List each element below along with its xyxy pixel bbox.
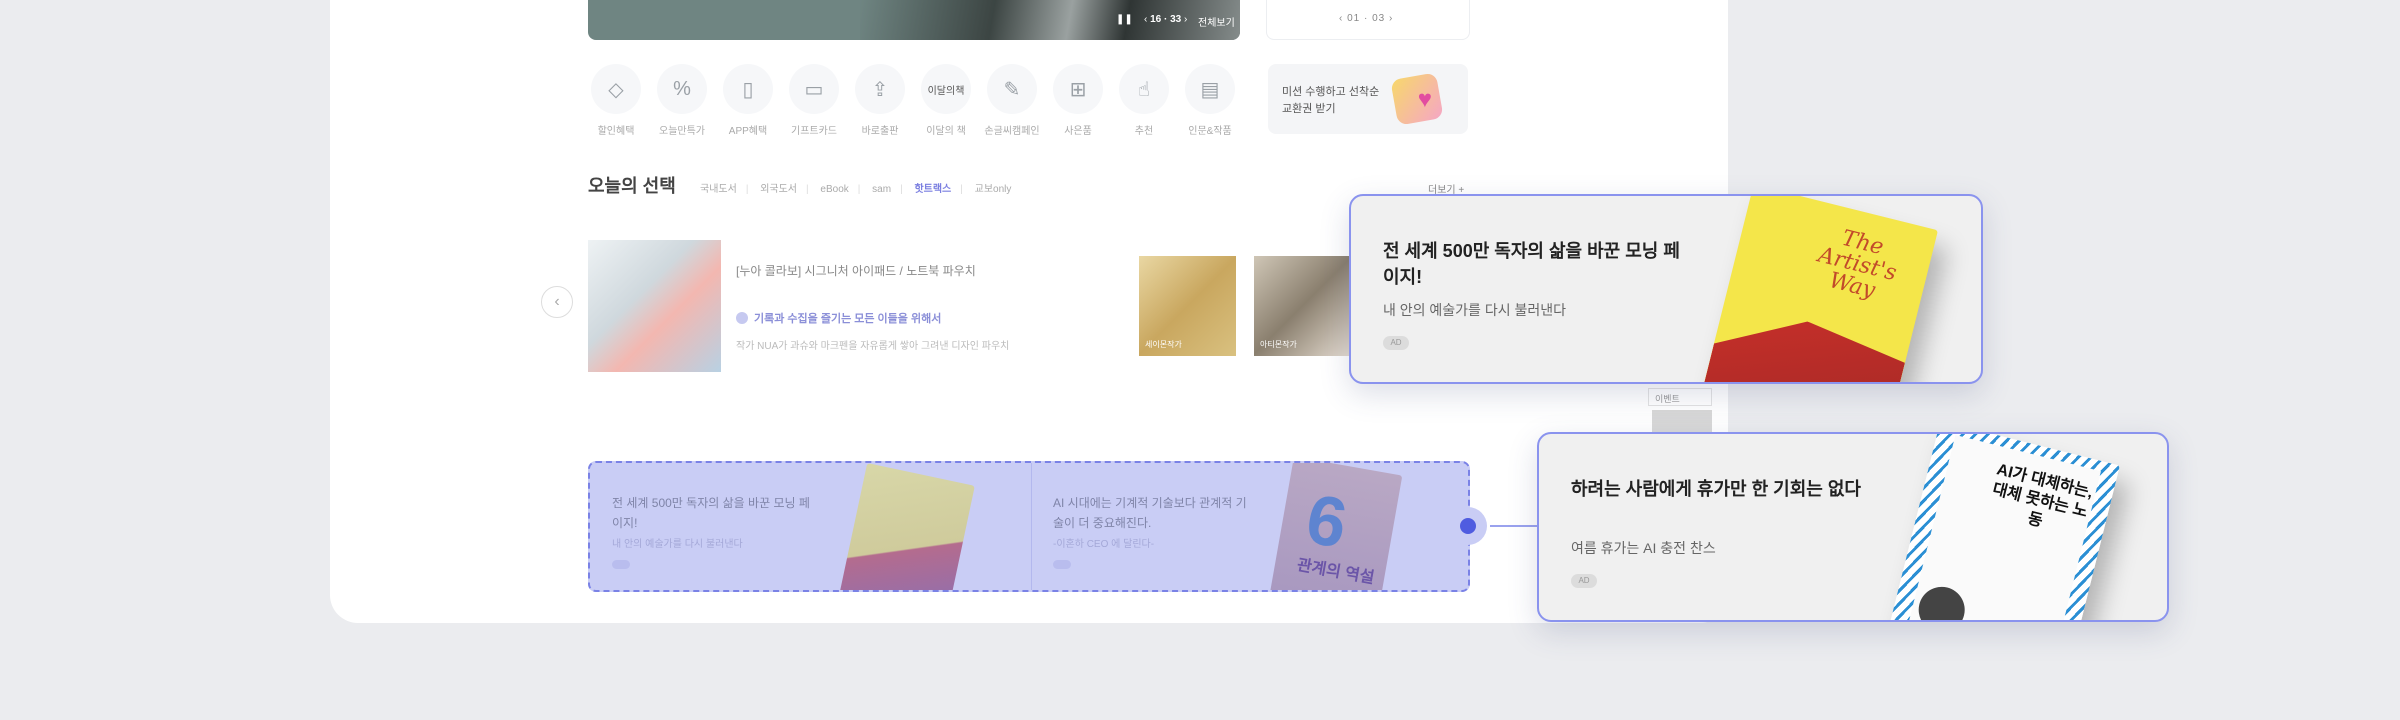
card-subtitle: 여름 휴가는 AI 충전 찬스 — [1571, 540, 1716, 556]
book-cover-blue: AI가 대체하는, 대체 못하는 노동 — [1887, 434, 2120, 620]
tab-domestic[interactable]: 국내도서 — [700, 184, 737, 195]
pen-icon: ✎ — [987, 64, 1037, 114]
quick-label: 이달의 책 — [926, 126, 966, 137]
diamond-icon: ◇ — [591, 64, 641, 114]
product-subtitle: 기록과 수집을 즐기는 모든 이들을 위해서 — [736, 310, 941, 326]
quick-label: 기프트카드 — [791, 126, 837, 137]
thumbs-up-icon: ☝ — [1119, 64, 1169, 114]
product-title[interactable]: [누아 콜라보] 시그니처 아이패드 / 노트북 파우치 — [736, 262, 976, 279]
ad-badge — [612, 560, 630, 569]
card-subtitle: 내 안의 예술가를 다시 불러낸다 — [1383, 302, 1566, 318]
hero-view-all[interactable]: 전체보기 — [1198, 14, 1235, 29]
thumbnail-caption: 아티몬작가 — [1260, 340, 1297, 349]
mission-banner[interactable]: 미션 수행하고 선착순 교환권 받기 ♥ — [1268, 64, 1468, 134]
cover-red-band — [1698, 301, 1909, 384]
quick-item-recommend[interactable]: ☝ 추천 — [1116, 64, 1172, 137]
ad-badge: AD — [1383, 336, 1409, 350]
tab-sam[interactable]: sam — [872, 184, 891, 195]
section-tabs: 국내도서 | 외국도서 | eBook | sam | 핫트랙스 | 교보only — [700, 184, 1012, 195]
quick-label: 오늘만특가 — [659, 126, 705, 137]
product-description: 작가 NUA가 과슈와 마크펜을 자유롭게 쌓아 그려낸 디자인 파우치 — [736, 341, 1010, 352]
cover-title: AI가 대체하는, 대체 못하는 노동 — [1990, 461, 2095, 531]
tab-kyobo-only[interactable]: 교보only — [975, 184, 1012, 195]
side-banner[interactable]: ‹ 01 · 03 › — [1266, 0, 1470, 40]
gift-card-icon: ▭ — [789, 64, 839, 114]
quick-item-publish[interactable]: ⇪ 바로출판 — [852, 64, 908, 137]
quick-label: 할인혜택 — [597, 126, 635, 137]
tab-hottracks[interactable]: 핫트랙스 — [914, 184, 951, 195]
ad-slot-title: AI 시대에는 기계적 기술보다 관계적 기술이 더 중요해진다. — [1053, 496, 1247, 530]
quick-item-humanities[interactable]: ▤ 인문&작품 — [1182, 64, 1238, 137]
ad-card-vacation[interactable]: 하려는 사람에게 휴가만 한 기회는 없다 여름 휴가는 AI 충전 찬스 AD… — [1537, 432, 2169, 622]
ad-slot-subtitle: 내 안의 예술가를 다시 불러낸다 — [612, 539, 743, 550]
connector-handle[interactable] — [1449, 507, 1487, 545]
thumbnail-caption: 세이몬작가 — [1145, 340, 1182, 349]
mission-text: 미션 수행하고 선착순 교환권 받기 — [1282, 86, 1380, 115]
present-icon: ⊞ — [1053, 64, 1103, 114]
hero-pager: ‹ 16 · 33 › — [1144, 14, 1188, 25]
product-subtitle-text: 기록과 수집을 즐기는 모든 이들을 위해서 — [754, 313, 942, 325]
thumbnail-painting-1[interactable]: 세이몬작가 — [1139, 256, 1236, 356]
pause-icon[interactable]: ❚❚ — [1116, 14, 1133, 25]
quick-item-gift[interactable]: ⊞ 사은품 — [1050, 64, 1106, 137]
quick-label: 인문&작품 — [1188, 126, 1232, 137]
book-cover-title: 관계의 역설 — [1295, 556, 1376, 588]
product-image[interactable] — [588, 240, 721, 372]
quick-item-gift-card[interactable]: ▭ 기프트카드 — [786, 64, 842, 137]
cover-title: The Artist's Way — [1815, 225, 1900, 304]
book-cover-relationship: 6 관계의 역설 — [1269, 463, 1403, 590]
book-upload-icon: ⇪ — [855, 64, 905, 114]
tab-ebook[interactable]: eBook — [820, 184, 848, 195]
card-title: 하려는 사람에게 휴가만 한 기회는 없다 — [1571, 479, 1861, 499]
quick-label: 손글씨캠페인 — [984, 126, 1040, 137]
monthly-book-icon: 이달의책 — [921, 64, 971, 114]
percent-icon: % — [657, 64, 707, 114]
heart-icon: ♥ — [1417, 86, 1432, 113]
ad-badge: AD — [1571, 574, 1597, 588]
event-select[interactable]: 이벤트 — [1648, 388, 1712, 406]
ad-slot-subtitle: -이혼하 CEO 에 달린다- — [1053, 539, 1155, 550]
ad-slot-title: 전 세계 500만 독자의 삶을 바꾼 모닝 페이지! — [612, 496, 810, 530]
quick-item-today-deal[interactable]: % 오늘만특가 — [654, 64, 710, 137]
ad-slot-item-1[interactable]: 전 세계 500만 독자의 삶을 바꾼 모닝 페이지! 내 안의 예술가를 다시… — [590, 463, 1031, 590]
ad-badge — [1053, 560, 1071, 569]
quick-item-monthly-book[interactable]: 이달의책 이달의 책 — [918, 64, 974, 137]
quick-label: 바로출판 — [861, 126, 899, 137]
quick-item-discount[interactable]: ◇ 할인혜택 — [588, 64, 644, 137]
book-cover-number: 6 — [1300, 479, 1353, 563]
quick-item-app[interactable]: ▯ APP혜택 — [720, 64, 776, 137]
mini-banner — [1652, 410, 1712, 434]
prev-arrow-icon[interactable]: ‹ — [541, 286, 573, 318]
quick-item-handwriting[interactable]: ✎ 손글씨캠페인 — [984, 64, 1040, 137]
phone-icon: ▯ — [723, 64, 773, 114]
ad-card-artists-way[interactable]: 전 세계 500만 독자의 삶을 바꾼 모닝 페이지! 내 안의 예술가를 다시… — [1349, 194, 1983, 384]
quick-label: 사은품 — [1064, 126, 1092, 137]
cover-panel: AI가 대체하는, 대체 못하는 노동 — [1904, 434, 2101, 620]
side-pager: ‹ 01 · 03 › — [1339, 13, 1394, 24]
selected-ad-slot[interactable]: 전 세계 500만 독자의 삶을 바꾼 모닝 페이지! 내 안의 예술가를 다시… — [588, 461, 1470, 592]
thumbnail-painting-2[interactable]: 아티몬작가 — [1254, 256, 1351, 356]
hero-banner[interactable]: ❚❚ ‹ 16 · 33 › 전체보기 — [588, 0, 1240, 40]
book-cover-yellow: The Artist's Way — [1698, 196, 1938, 384]
section-title: 오늘의 선택 — [588, 176, 676, 196]
tab-foreign[interactable]: 외국도서 — [760, 184, 797, 195]
document-icon: ▤ — [1185, 64, 1235, 114]
card-title: 전 세계 500만 독자의 삶을 바꾼 모닝 페이지! — [1383, 241, 1680, 287]
author-portrait — [1913, 581, 1970, 620]
book-cover-artists-way — [839, 463, 975, 590]
connector-line — [1490, 525, 1538, 527]
badge-icon — [736, 312, 748, 324]
quick-label: APP혜택 — [728, 126, 768, 137]
ad-slot-item-2[interactable]: AI 시대에는 기계적 기술보다 관계적 기술이 더 중요해진다. -이혼하 C… — [1031, 463, 1468, 590]
quick-label: 추천 — [1134, 126, 1154, 137]
handle-dot — [1460, 518, 1476, 534]
